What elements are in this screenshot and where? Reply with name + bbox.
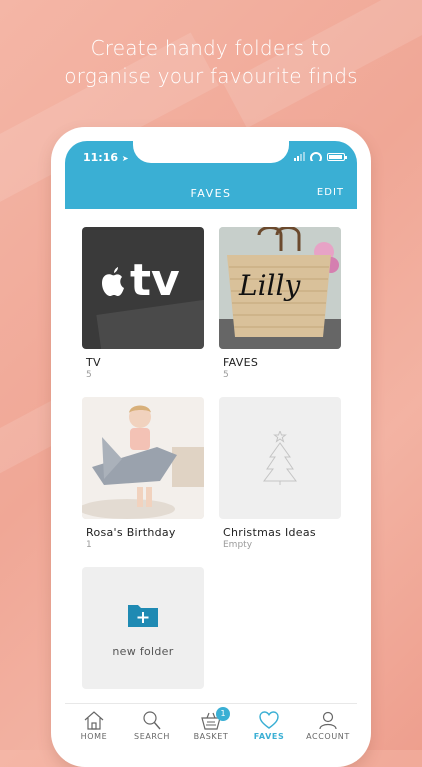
app-screen: 11:16 ➤ FAVES EDIT tv TV 5 Lilly FAVES 5… (65, 141, 357, 761)
status-time: 11:16 ➤ (83, 151, 129, 164)
tab-label: BASKET (193, 732, 229, 741)
tv-box-shape (96, 299, 204, 349)
wifi-icon (310, 152, 322, 161)
folder-count: 5 (86, 370, 92, 380)
folder-name: FAVES (223, 356, 259, 369)
tab-label: HOME (80, 732, 108, 741)
folder-christmas-ideas[interactable]: Christmas Ideas Empty (219, 397, 341, 550)
bag-lettering: Lilly (239, 269, 301, 302)
folder-count: 1 (86, 540, 92, 550)
home-icon (84, 711, 104, 730)
tab-label: ACCOUNT (306, 732, 350, 741)
child-with-plane-photo (82, 397, 204, 519)
apple-logo-icon (102, 267, 124, 296)
app-header: 11:16 ➤ FAVES EDIT (65, 141, 357, 209)
folder-name: TV (86, 356, 101, 369)
tab-search[interactable]: SEARCH (123, 710, 181, 741)
basket-badge: 1 (216, 707, 230, 721)
account-icon (319, 711, 337, 730)
folder-name: Christmas Ideas (223, 526, 316, 539)
tab-account[interactable]: ACCOUNT (299, 710, 357, 741)
location-arrow-icon: ➤ (121, 154, 129, 163)
tab-label: FAVES (253, 732, 285, 741)
christmas-tree-icon (263, 431, 297, 485)
new-folder-button[interactable]: new folder (82, 567, 204, 689)
folder-tv[interactable]: tv TV 5 (82, 227, 204, 380)
folder-faves[interactable]: Lilly FAVES 5 (219, 227, 341, 380)
folder-count: 5 (223, 370, 229, 380)
tab-home[interactable]: HOME (65, 710, 123, 741)
page-title: FAVES (190, 187, 232, 200)
headline-line-2: organise your favourite finds (64, 64, 358, 88)
new-folder-tile: new folder (82, 567, 204, 689)
new-folder-label: new folder (112, 645, 174, 658)
folder-thumbnail: Lilly (219, 227, 341, 349)
phone-notch (133, 141, 289, 163)
phone-frame: 11:16 ➤ FAVES EDIT tv TV 5 Lilly FAVES 5… (51, 127, 371, 767)
folder-thumbnail: tv (82, 227, 204, 349)
folder-rosas-birthday[interactable]: Rosa's Birthday 1 (82, 397, 204, 550)
tab-label: SEARCH (134, 732, 170, 741)
status-indicators (294, 152, 347, 161)
signal-icon (294, 152, 305, 161)
folder-thumbnail (82, 397, 204, 519)
battery-icon (327, 152, 347, 161)
folder-thumbnail-empty (219, 397, 341, 519)
tab-faves[interactable]: FAVES (240, 710, 298, 741)
edit-button[interactable]: EDIT (317, 187, 344, 198)
tv-logo-text: tv (130, 255, 180, 306)
tab-basket[interactable]: 1 BASKET (182, 707, 240, 741)
folder-name: Rosa's Birthday (86, 526, 176, 539)
promo-headline: Create handy folders to organise your fa… (0, 34, 422, 90)
add-folder-icon (128, 605, 158, 627)
headline-line-1: Create handy folders to (90, 36, 332, 60)
heart-icon (259, 711, 279, 729)
folder-count: Empty (223, 540, 253, 550)
tab-bar: HOME SEARCH 1 BASKET FAVES ACCOUNT (65, 703, 357, 761)
search-icon (143, 711, 161, 730)
